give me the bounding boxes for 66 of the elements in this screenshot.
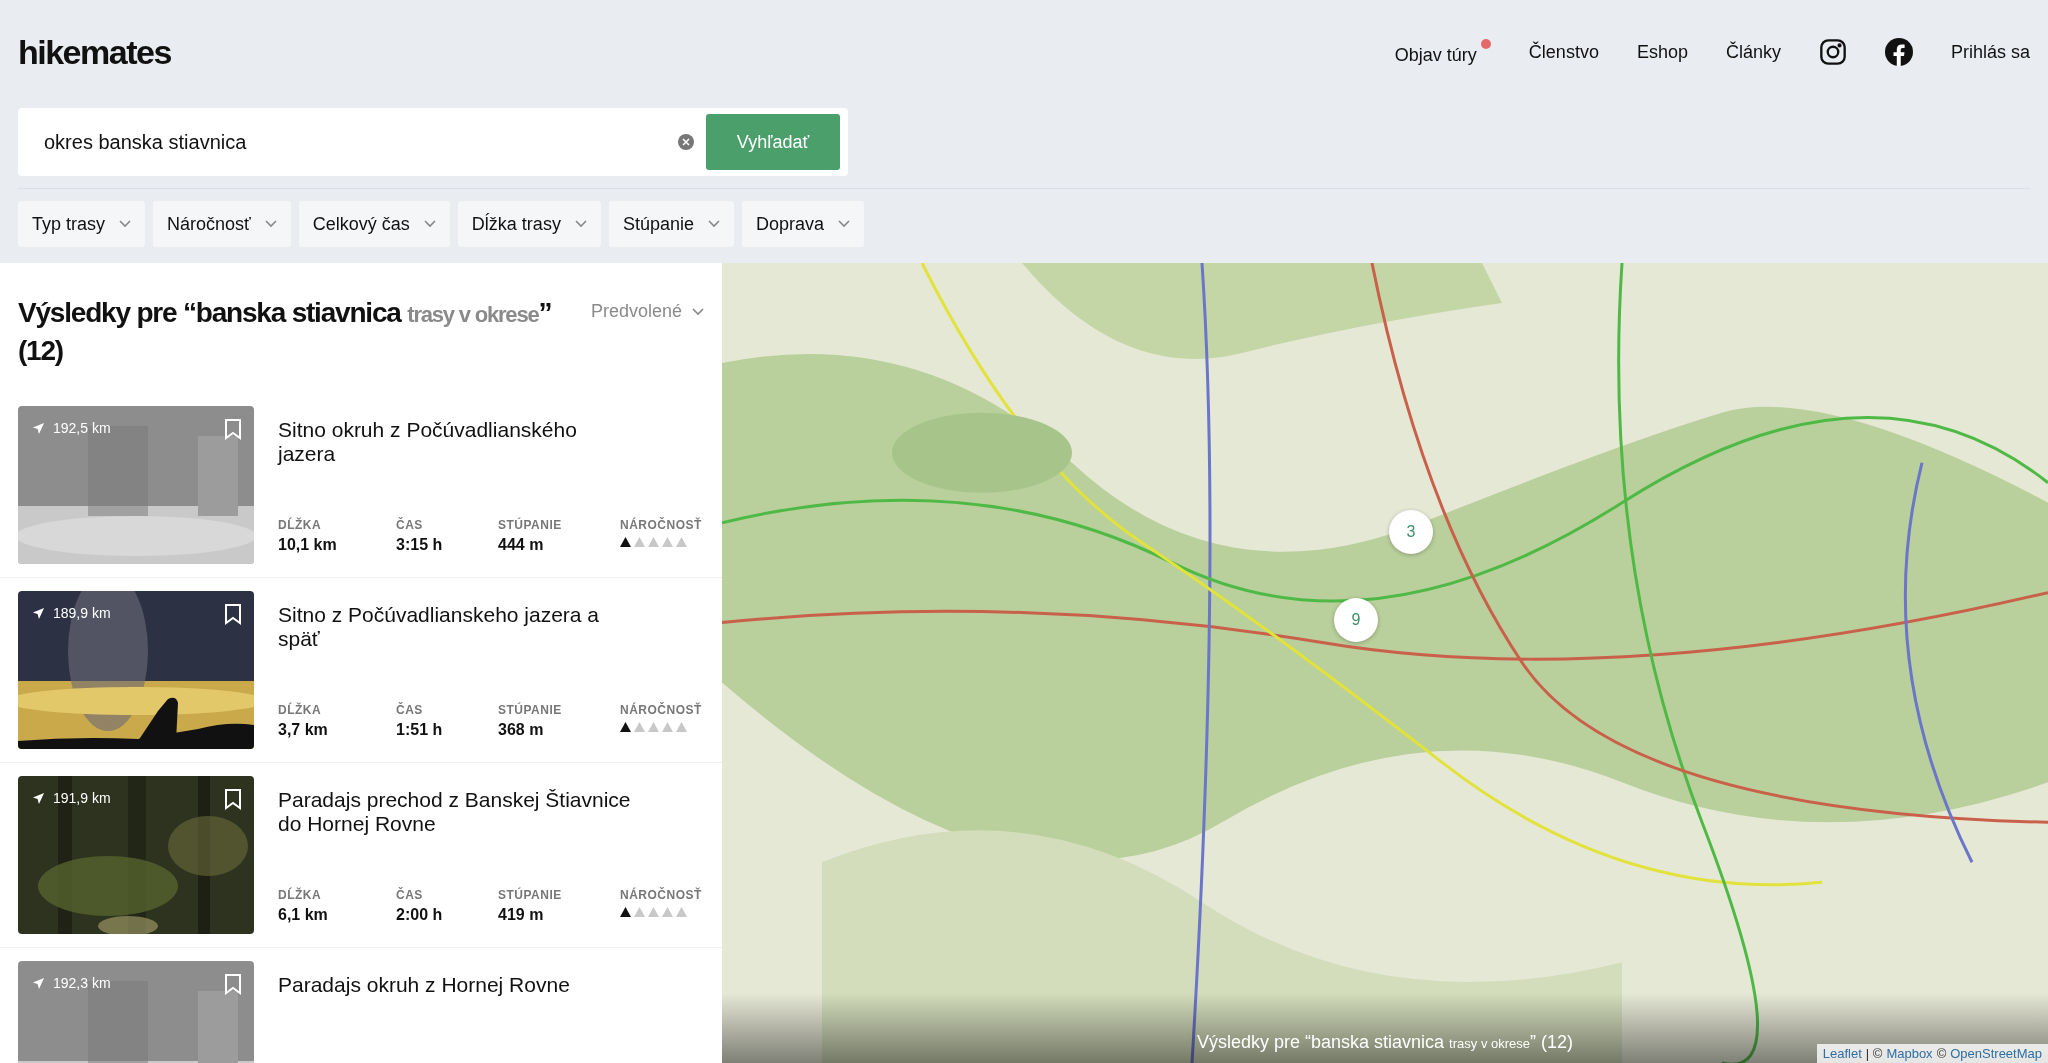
chevron-down-icon [264,220,277,228]
stat-label: DĹŽKA [278,888,323,902]
chevron-down-icon [423,220,436,228]
instagram-icon[interactable] [1818,38,1847,66]
stat-label: ČAS [396,518,424,532]
attribution-link[interactable]: Mapbox [1886,1046,1933,1061]
login-link[interactable]: Prihlás sa [1950,41,2030,63]
filter-dropdown[interactable]: Doprava [741,201,864,247]
attribution-link[interactable]: OpenStreetMap [1950,1046,2042,1061]
chevron-down-icon [692,307,704,316]
chevron-down-icon [119,220,132,228]
stat-value: 444 m [498,536,545,554]
stat-value: 3:15 h [396,536,444,554]
search-field[interactable]: okres banska stiavnica Vyhľadať [18,108,848,176]
stat-label: ČAS [396,888,424,902]
stat-value: 10,1 km [278,536,338,554]
facebook-icon[interactable] [1884,38,1913,66]
distance-text: 189,9 km [53,605,111,621]
stat-label: NÁROČNOSŤ [620,703,703,717]
stat-label: ČAS [396,703,424,717]
attribution-link[interactable]: Leaflet [1822,1046,1862,1061]
stat-label: NÁROČNOSŤ [620,888,703,902]
filter-dropdown[interactable]: Typ trasy [18,201,146,247]
stat-label: DĹŽKA [278,703,323,717]
stat-label: STÚPANIE [498,888,563,902]
stat-value: 2:00 h [396,906,444,924]
filter-dropdown[interactable]: Stúpanie [608,201,734,247]
trail-title[interactable]: Sitno z Počúvadlianskeho jazera a späť [278,603,638,651]
nav-link[interactable]: Články [1725,41,1781,63]
bookmark-icon[interactable] [224,603,242,625]
stat-label: STÚPANIE [498,703,563,717]
clear-icon[interactable] [678,134,694,150]
filter-dropdown[interactable]: Dĺžka trasy [457,201,601,247]
filter-dropdown[interactable]: Celkový čas [298,201,450,247]
navigation-arrow-icon [32,791,45,805]
nav-link[interactable]: Eshop [1636,41,1688,63]
bookmark-icon[interactable] [224,788,242,810]
stat-value: 6,1 km [278,906,329,924]
stat-value: 419 m [498,906,545,924]
chevron-down-icon [707,220,720,228]
stat-label: DĹŽKA [278,518,323,532]
stat-value: 3,7 km [278,721,329,739]
stat-value: 368 m [498,721,545,739]
chevron-down-icon [838,220,850,228]
stat-label: STÚPANIE [498,518,563,532]
stat-label: NÁROČNOSŤ [620,518,703,532]
trail-title[interactable]: Paradajs prechod z Banskej Štiavnice do Hornej Rovne [278,788,638,836]
navigation-arrow-icon [32,606,45,620]
logo[interactable]: hikemates [18,32,171,72]
nav-link[interactable]: Členstvo [1528,41,1599,63]
map-caption: Výsledky pre “banska stiavnica trasy v okrese” (12) [1196,1032,1574,1052]
results-heading: Výsledky pre “banska stiavnica trasy v okrese” (12) [18,296,553,368]
trail-title[interactable]: Sitno okruh z Počúvadlianského jazera [278,418,638,466]
trail-title[interactable]: Paradajs okruh z Hornej Rovne [278,973,638,997]
navigation-arrow-icon [32,421,45,435]
attribution-text: © [1936,1046,1947,1061]
stat-value: 1:51 h [396,721,444,739]
distance-text: 192,3 km [53,975,111,991]
distance-text: 192,5 km [53,420,111,436]
nav-link[interactable]: Objav túry [1394,38,1491,66]
attribution-text: | © [1865,1046,1883,1061]
sort-dropdown[interactable]: Predvolené [590,295,704,322]
chevron-down-icon [574,220,587,228]
filter-dropdown[interactable]: Náročnosť [153,201,291,247]
distance-text: 191,9 km [53,790,111,806]
navigation-arrow-icon [32,976,45,990]
